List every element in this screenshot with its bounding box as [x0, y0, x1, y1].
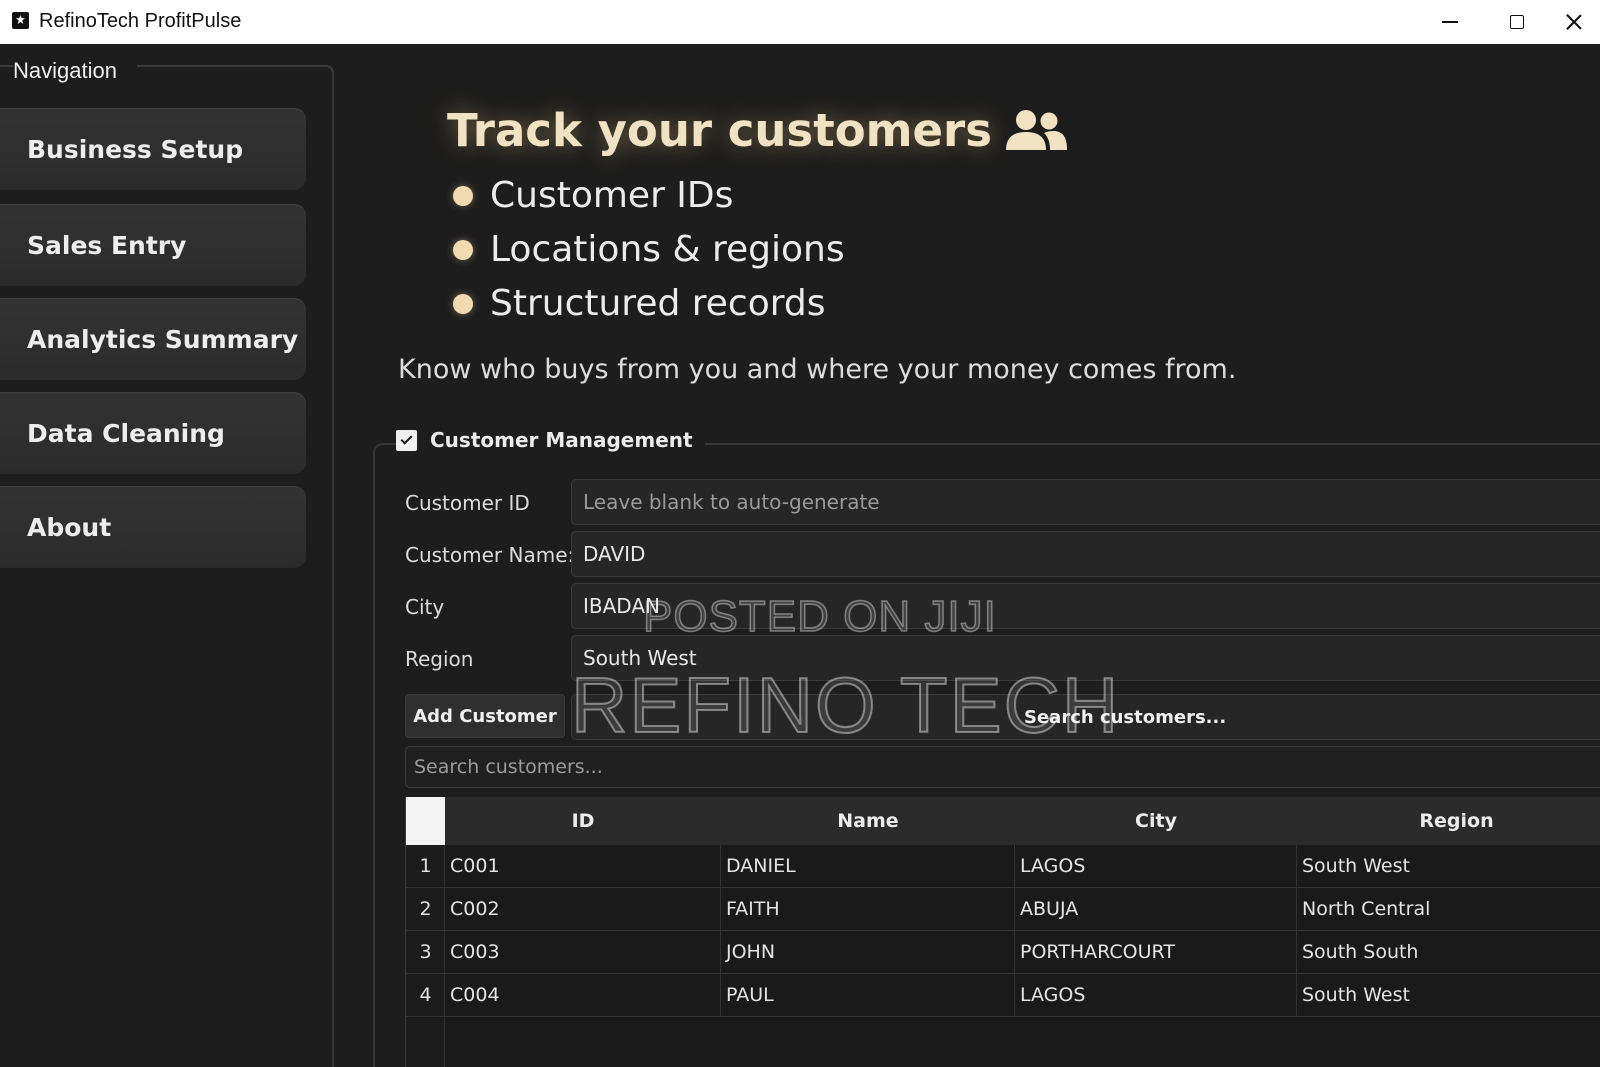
sidebar-item-sales-entry[interactable]: Sales Entry — [0, 204, 306, 286]
cell-id[interactable]: C003 — [445, 931, 721, 973]
cell-name[interactable]: DANIEL — [721, 845, 1015, 887]
sidebar-item-analytics-summary[interactable]: Analytics Summary — [0, 298, 306, 380]
add-customer-button[interactable]: Add Customer — [405, 694, 565, 738]
bullet-dot — [453, 239, 473, 260]
bullet-text: Structured records — [490, 283, 826, 324]
row-number: 3 — [419, 941, 432, 963]
minimize-button[interactable] — [1420, 0, 1480, 44]
customer-name-input[interactable] — [571, 531, 1600, 577]
table-row[interactable]: 2 C002 FAITH ABUJA North Central — [406, 888, 1600, 931]
close-icon — [1566, 14, 1582, 30]
cell-id[interactable]: C004 — [445, 974, 721, 1016]
title-bar: RefinoTech ProfitPulse — [0, 0, 1600, 44]
cell-city[interactable]: LAGOS — [1015, 845, 1297, 887]
column-header-region[interactable]: Region — [1297, 797, 1600, 845]
city-label: City — [405, 595, 445, 619]
table-corner-select-all[interactable] — [406, 797, 445, 845]
cell-name[interactable]: PAUL — [721, 974, 1015, 1016]
bullet-text: Locations & regions — [490, 229, 845, 270]
hero-title: Track your customers — [447, 104, 1068, 157]
users-icon — [1006, 109, 1068, 150]
row-number: 1 — [419, 855, 432, 877]
cell-city[interactable]: ABUJA — [1015, 888, 1297, 930]
region-label: Region — [405, 647, 474, 671]
cell-region[interactable]: North Central — [1297, 888, 1600, 930]
cell-name[interactable]: FAITH — [721, 888, 1015, 930]
close-button[interactable] — [1548, 0, 1600, 44]
bullet-item: Structured records — [453, 283, 826, 324]
cell-city[interactable]: LAGOS — [1015, 974, 1297, 1016]
row-number: 4 — [419, 984, 432, 1006]
app-logo-icon — [12, 12, 29, 29]
hero-title-text: Track your customers — [447, 104, 993, 157]
cell-region[interactable]: South South — [1297, 931, 1600, 973]
customer-id-label: Customer ID — [405, 491, 530, 515]
table-row[interactable]: 4 C004 PAUL LAGOS South West — [406, 974, 1600, 1017]
table-row[interactable]: 3 C003 JOHN PORTHARCOURT South South — [406, 931, 1600, 974]
column-header-name[interactable]: Name — [721, 797, 1015, 845]
watermark-posted-on: POSTED ON JIJI — [642, 591, 997, 642]
customer-name-label: Customer Name: — [405, 543, 575, 567]
row-number: 2 — [419, 898, 432, 920]
maximize-button[interactable] — [1487, 0, 1547, 44]
bullet-dot — [453, 185, 473, 206]
cell-city[interactable]: PORTHARCOURT — [1015, 931, 1297, 973]
column-header-city[interactable]: City — [1015, 797, 1297, 845]
bullet-dot — [453, 293, 473, 314]
table-header: ID Name City Region — [445, 797, 1600, 845]
sidebar-legend: Navigation — [13, 58, 137, 84]
tagline: Know who buys from you and where your mo… — [398, 354, 1237, 385]
sidebar-item-business-setup[interactable]: Business Setup — [0, 108, 306, 190]
bullet-item: Customer IDs — [453, 175, 733, 216]
group-title: Customer Management — [430, 428, 693, 452]
bullet-text: Customer IDs — [490, 175, 734, 216]
checkmark-icon — [400, 432, 413, 445]
customers-table: ID Name City Region 1 C001 DANIEL LAGOS … — [405, 797, 1600, 1067]
cell-region[interactable]: South West — [1297, 845, 1600, 887]
sidebar-item-data-cleaning[interactable]: Data Cleaning — [0, 392, 306, 474]
table-row[interactable]: 1 C001 DANIEL LAGOS South West — [406, 845, 1600, 888]
cell-id[interactable]: C001 — [445, 845, 721, 887]
minimize-icon — [1442, 21, 1458, 23]
cell-name[interactable]: JOHN — [721, 931, 1015, 973]
customer-management-checkbox[interactable] — [396, 429, 417, 451]
search-customers-filter[interactable] — [405, 746, 1600, 788]
customer-id-input[interactable] — [571, 479, 1600, 525]
cell-region[interactable]: South West — [1297, 974, 1600, 1016]
cell-id[interactable]: C002 — [445, 888, 721, 930]
bullet-item: Locations & regions — [453, 229, 845, 270]
maximize-icon — [1510, 15, 1524, 29]
watermark-brand: REFINO TECH — [570, 660, 1121, 750]
sidebar-item-about[interactable]: About — [0, 486, 306, 568]
window-title: RefinoTech ProfitPulse — [39, 10, 242, 32]
customer-management-legend: Customer Management — [396, 428, 705, 452]
column-header-id[interactable]: ID — [445, 797, 721, 845]
